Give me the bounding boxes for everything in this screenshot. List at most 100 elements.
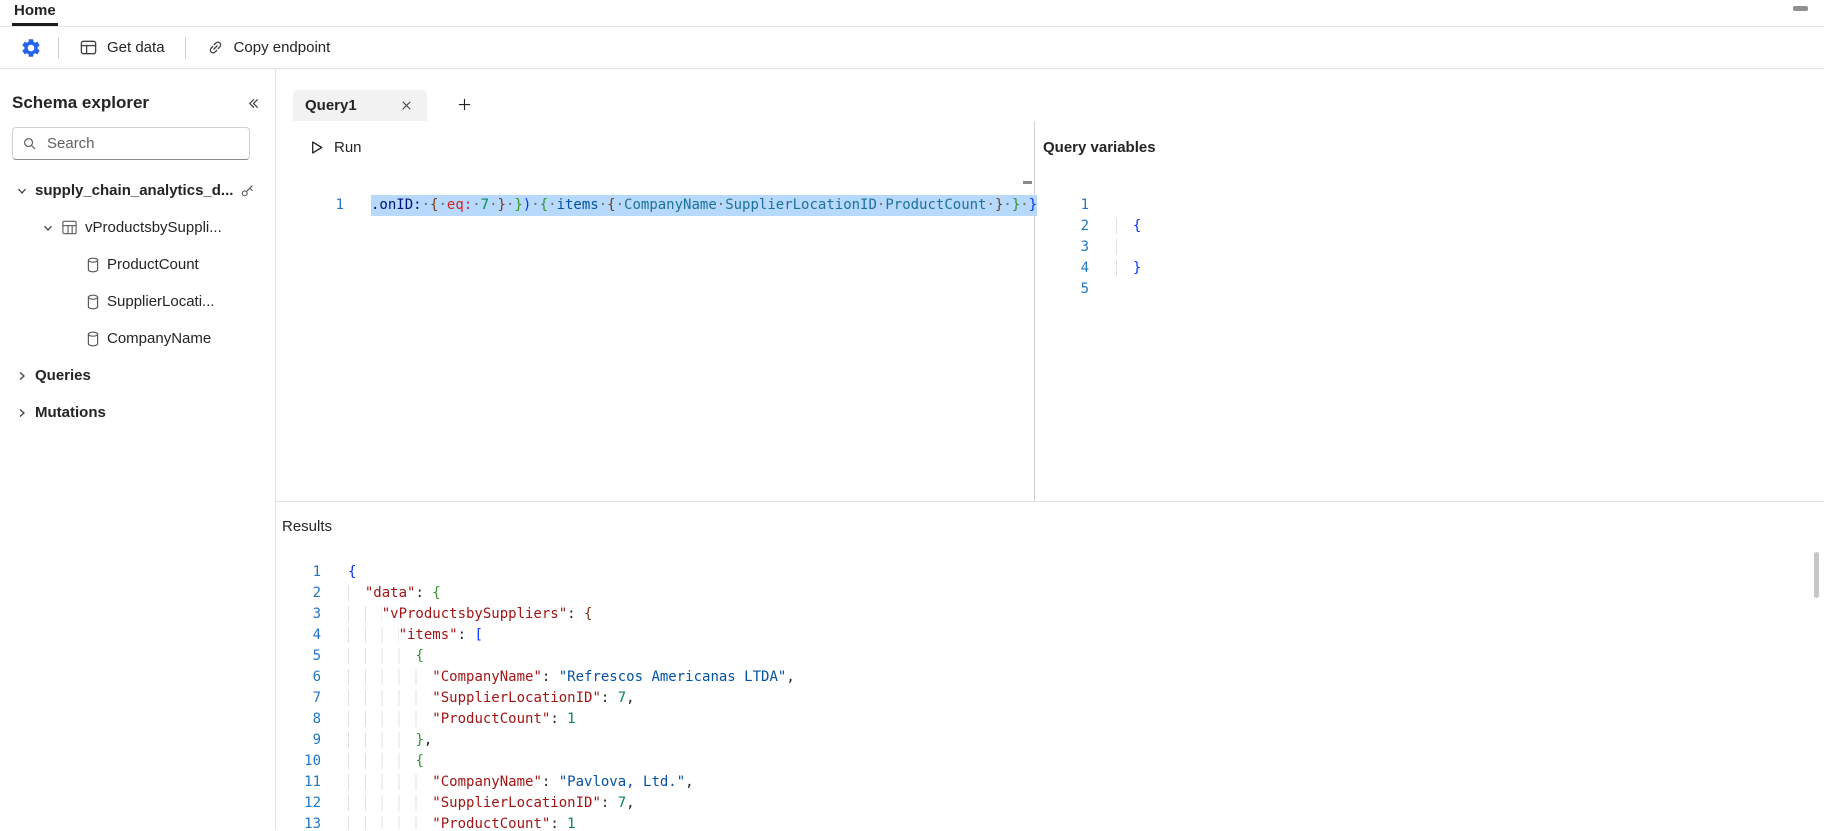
run-label: Run [334,138,362,156]
sidebar-item-label: vProductsbySuppli... [85,219,222,236]
sidebar-item-supplierlocati[interactable]: SupplierLocati... [12,283,263,320]
chevron-down-icon[interactable] [16,185,28,197]
line-content: "CompanyName": "Pavlova, Ltd.", [348,772,694,793]
line-content: "SupplierLocationID": 7, [348,688,635,709]
copy-endpoint-button[interactable]: Copy endpoint [196,31,341,64]
page-scrollbar-thumb[interactable] [1793,6,1808,11]
line-number: 12 [304,795,321,811]
content: Schema explorer supply_chain_analytics_d… [0,69,1824,829]
sidebar-item-productcount[interactable]: ProductCount [12,246,263,283]
line-number: 3 [1080,239,1089,255]
line-content [1116,237,1133,258]
query-tab-label: Query1 [305,97,357,114]
chevron-right-icon[interactable] [16,370,28,382]
code-line: 12 "SupplierLocationID": 7, [276,793,1824,814]
sidebar-item-mutations[interactable]: Mutations [12,394,263,431]
link-icon [206,38,225,57]
search-input[interactable] [45,134,240,153]
gear-icon [20,37,42,59]
overview-ruler-mark [1023,181,1032,184]
sidebar-item-supply-chain-analytics-d[interactable]: supply_chain_analytics_d... [12,172,263,209]
line-number: 5 [312,648,321,664]
line-content: "SupplierLocationID": 7, [348,793,635,814]
line-number: 7 [312,690,321,706]
code-line: 2 { [1035,216,1824,237]
chevron-right-icon[interactable] [16,407,28,419]
run-button[interactable]: Run [308,139,362,156]
line-content: { [348,564,357,580]
code-line: 3 [1035,237,1824,258]
line-number: 6 [312,669,321,685]
line-content: "data": { [348,583,441,604]
editors-row: Run 1 .onID:·{·eq:·7·}·})·{·items·{·Compa… [276,121,1824,501]
schema-explorer-pane: Schema explorer supply_chain_analytics_d… [0,69,276,829]
search-icon [22,136,37,151]
line-content: { [348,751,424,772]
sidebar-item-label: Queries [35,367,91,384]
line-content: } [1116,258,1141,279]
tab-query1[interactable]: Query1 [293,90,427,121]
code-line: 1 .onID:·{·eq:·7·}·})·{·items·{·CompanyNa… [276,195,1038,216]
line-number: 13 [304,816,321,829]
code-line: 2 "data": { [276,583,1824,604]
query-tabstrip: Query1 [276,69,1824,121]
line-content: }, [348,730,432,751]
tab-home[interactable]: Home [12,0,58,26]
toolbar: Get data Copy endpoint [0,27,1824,69]
schema-tree: supply_chain_analytics_d... vProductsbySu… [12,172,263,431]
results-editor[interactable]: 1{2 "data": {3 "vProductsbySuppliers": {… [276,562,1824,829]
line-number: 1 [335,197,344,213]
line-number: 2 [312,585,321,601]
toolbar-divider [184,36,186,59]
line-number: 1 [1080,197,1089,213]
get-data-button[interactable]: Get data [69,31,175,64]
results-pane: Results 1{2 "data": {3 "vProductsbySuppl… [276,501,1824,829]
plus-icon [457,97,472,112]
column-icon [86,331,100,347]
code-line: 10 { [276,751,1824,772]
code-line: 11 "CompanyName": "Pavlova, Ltd.", [276,772,1824,793]
code-line: 1{ [276,562,1824,583]
double-chevron-left-icon [246,96,261,111]
line-number: 4 [312,627,321,643]
query-variables-pane: Query variables 1 2 { 3 4 } 5 [1035,121,1824,501]
line-number: 3 [312,606,321,622]
sidebar-item-label: SupplierLocati... [107,293,215,310]
play-icon [308,139,325,156]
sidebar-item-label: ProductCount [107,256,199,273]
line-number: 9 [312,732,321,748]
sidebar-item-label: supply_chain_analytics_d... [35,182,234,199]
code-line: 1 [1035,195,1824,216]
line-number: 4 [1080,260,1089,276]
copy-endpoint-label: Copy endpoint [233,39,331,56]
key-icon[interactable] [240,183,255,198]
line-number: 5 [1080,281,1089,297]
sidebar-item-companyname[interactable]: CompanyName [12,320,263,357]
line-content: { [348,646,424,667]
line-content: { [1116,216,1141,237]
settings-button[interactable] [14,31,48,65]
close-icon[interactable] [398,97,415,114]
query-variables-editor[interactable]: 1 2 { 3 4 } 5 [1035,195,1824,300]
query-variables-title: Query variables [1043,138,1156,156]
sidebar-item-vproductsbysuppli[interactable]: vProductsbySuppli... [12,209,263,246]
chevron-down-icon[interactable] [42,222,54,234]
line-content: .onID:·{·eq:·7·}·})·{·items·{·CompanyNam… [371,195,1038,216]
line-content: "vProductsbySuppliers": { [348,604,592,625]
code-line: 5 [1035,279,1824,300]
sidebar-item-queries[interactable]: Queries [12,357,263,394]
column-icon [86,257,100,273]
results-scrollbar-thumb[interactable] [1814,552,1819,598]
code-line: 9 }, [276,730,1824,751]
schema-explorer-title: Schema explorer [12,93,150,112]
line-number: 11 [304,774,321,790]
collapse-pane-button[interactable] [244,94,263,113]
line-number: 8 [312,711,321,727]
code-line: 7 "SupplierLocationID": 7, [276,688,1824,709]
graphql-api-editor: { "colors": { "accent": "#2563eb", "sele… [0,0,1824,831]
query-editor[interactable]: 1 .onID:·{·eq:·7·}·})·{·items·{·CompanyNa… [276,195,1038,216]
line-content: "items": [ [348,625,483,646]
column-icon [86,294,100,310]
new-query-tab-button[interactable] [451,91,478,118]
search-box [12,127,250,160]
